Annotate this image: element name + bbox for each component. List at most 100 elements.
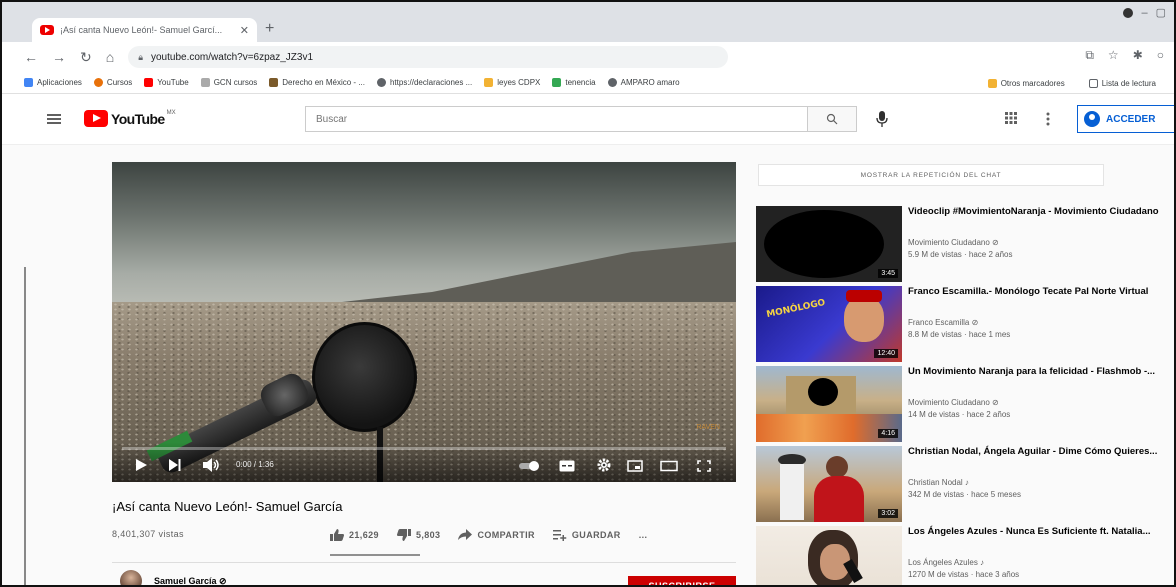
video-duration: 3:02 <box>878 509 898 518</box>
recommendation-channel: Los Ángeles Azules ♪ <box>908 558 985 567</box>
video-thumbnail[interactable]: 3:02 <box>756 446 902 522</box>
browser-window: ¡Así canta Nuevo León!- Samuel Garcí... … <box>0 0 1176 587</box>
video-thumbnail[interactable] <box>756 526 902 585</box>
new-tab-button[interactable]: + <box>265 20 274 38</box>
recommendation-item[interactable]: 3:45 Videoclip #MovimientoNaranja - Movi… <box>756 206 1174 282</box>
tab-close-icon[interactable]: ✕ <box>240 24 249 37</box>
video-title: ¡Así canta Nuevo León!- Samuel García <box>112 499 343 514</box>
save-button[interactable]: GUARDAR <box>552 529 621 541</box>
recommendation-item[interactable]: MONÓLOGO 12:40 Franco Escamilla.- Monólo… <box>756 286 1174 362</box>
puzzle-icon[interactable]: ✱ <box>1133 48 1143 63</box>
progress-bar[interactable] <box>122 447 726 450</box>
bookmark-item[interactable]: Aplicaciones <box>24 78 82 87</box>
play-icon[interactable] <box>134 458 148 472</box>
extension-icon[interactable]: ⧉ <box>1085 48 1094 63</box>
youtube-icon <box>144 78 154 87</box>
bookmark-icon <box>552 78 562 87</box>
more-actions-button[interactable]: ... <box>639 530 648 540</box>
forward-arrow-icon[interactable]: → <box>52 49 66 65</box>
settings-gear-icon[interactable] <box>597 458 611 472</box>
miniplayer-icon[interactable] <box>627 460 643 472</box>
tab-title: ¡Así canta Nuevo León!- Samuel Garcí... <box>60 25 223 35</box>
more-vertical-icon[interactable] <box>1046 112 1050 126</box>
bookmark-item[interactable]: Cursos <box>93 78 132 87</box>
share-label: COMPARTIR <box>477 530 535 540</box>
folder-icon <box>987 78 997 88</box>
search-input[interactable] <box>316 113 807 125</box>
video-thumbnail[interactable]: MONÓLOGO 12:40 <box>756 286 902 362</box>
bookmark-item[interactable]: https://declaraciones ... <box>376 78 472 87</box>
fullscreen-icon[interactable] <box>697 460 711 472</box>
globe-icon <box>607 78 617 87</box>
recommendation-meta: 342 M de vistas · hace 5 meses <box>908 490 1021 499</box>
theater-mode-icon[interactable] <box>660 460 678 472</box>
share-button[interactable]: COMPARTIR <box>458 529 535 541</box>
bookmark-icon <box>269 78 279 87</box>
video-thumbnail[interactable]: 3:45 <box>756 206 902 282</box>
autoplay-toggle-icon[interactable] <box>519 460 541 472</box>
thumbs-up-icon <box>330 529 344 541</box>
reading-list-icon <box>1088 78 1098 88</box>
save-label: GUARDAR <box>571 530 621 540</box>
apps-grid-icon[interactable] <box>1005 112 1017 124</box>
bookmark-item[interactable]: Derecho en México - ... <box>269 78 365 87</box>
globe-icon <box>376 78 386 87</box>
bookmarks-bar: Aplicaciones Cursos YouTube GCN cursos D… <box>2 72 1174 94</box>
logo-text: YouTube <box>111 110 165 127</box>
recommendation-title: Un Movimiento Naranja para la felicidad … <box>908 366 1156 377</box>
search-icon <box>826 113 838 125</box>
bookmark-item[interactable]: YouTube <box>144 78 189 87</box>
signin-label: ACCEDER <box>1106 113 1156 125</box>
other-bookmarks[interactable]: Otros marcadores <box>987 78 1065 88</box>
menu-icon[interactable] <box>47 114 61 124</box>
minimize-icon[interactable]: – <box>1141 7 1147 19</box>
video-thumbnail[interactable]: 4:16 <box>756 366 902 442</box>
youtube-play-logo-icon <box>84 110 108 127</box>
dislike-button[interactable]: 5,803 <box>396 529 441 541</box>
channel-avatar[interactable] <box>120 570 142 585</box>
recommendation-title: Los Ángeles Azules - Nunca Es Suficiente… <box>908 526 1151 537</box>
recommendation-meta: 1270 M de vistas · hace 3 años <box>908 570 1020 579</box>
account-icon <box>1084 111 1100 127</box>
bookmark-item[interactable]: leyes CDPX <box>484 78 540 87</box>
recommendation-meta: 5.9 M de vistas · hace 2 años <box>908 250 1013 259</box>
logo-country: MX <box>166 110 176 116</box>
profile-dot-icon[interactable] <box>1123 7 1134 18</box>
reading-list[interactable]: Lista de lectura <box>1088 78 1156 88</box>
recommendation-channel: Christian Nodal ♪ <box>908 478 969 487</box>
recommendation-meta: 8.8 M de vistas · hace 1 mes <box>908 330 1011 339</box>
signin-button[interactable]: ACCEDER <box>1077 105 1174 133</box>
time-display: 0:00 / 1:36 <box>236 460 274 469</box>
bookmark-icon <box>200 78 210 87</box>
bookmark-item[interactable]: GCN cursos <box>200 78 257 87</box>
page-scrollbar[interactable] <box>24 267 26 585</box>
bookmark-item[interactable]: tenencia <box>552 78 596 87</box>
recommendation-item[interactable]: Los Ángeles Azules - Nunca Es Suficiente… <box>756 526 1174 585</box>
volume-icon[interactable] <box>202 458 220 472</box>
reload-icon[interactable]: ↻ <box>80 49 92 66</box>
bookmark-item[interactable]: AMPARO amaro <box>607 78 680 87</box>
microphone-icon[interactable] <box>875 110 889 128</box>
channel-name[interactable]: Samuel García ⊘ <box>154 576 227 585</box>
subscribe-button[interactable]: SUSCRIBIRSE <box>628 576 736 585</box>
recommendation-item[interactable]: 3:02 Christian Nodal, Ángela Aguilar - D… <box>756 446 1174 522</box>
recommendation-item[interactable]: 4:16 Un Movimiento Naranja para la felic… <box>756 366 1174 442</box>
video-duration: 12:40 <box>874 349 898 358</box>
back-arrow-icon[interactable]: ← <box>24 49 38 65</box>
address-bar[interactable]: 🔒︎ youtube.com/watch?v=6zpaz_JZ3v1 <box>128 46 729 68</box>
bookmark-star-icon[interactable]: ☆ <box>1108 48 1119 63</box>
show-chat-replay-button[interactable]: MOSTRAR LA REPETICIÓN DEL CHAT <box>758 164 1104 186</box>
video-player[interactable]: RAVEN 0:00 / 1:36 <box>112 162 736 482</box>
maximize-icon[interactable]: ▢ <box>1156 6 1166 19</box>
info-divider <box>112 562 736 563</box>
browser-tab[interactable]: ¡Así canta Nuevo León!- Samuel Garcí... … <box>32 18 257 42</box>
youtube-logo[interactable]: YouTube MX <box>84 110 176 127</box>
share-arrow-icon <box>458 529 473 540</box>
like-button[interactable]: 21,629 <box>330 529 379 541</box>
youtube-header: YouTube MX ACCEDER <box>2 94 1174 144</box>
next-icon[interactable] <box>168 458 182 472</box>
search-button[interactable] <box>807 106 857 132</box>
subtitles-icon[interactable] <box>559 460 575 472</box>
profile-icon[interactable]: ○ <box>1157 48 1164 63</box>
home-icon[interactable]: ⌂ <box>106 49 114 65</box>
